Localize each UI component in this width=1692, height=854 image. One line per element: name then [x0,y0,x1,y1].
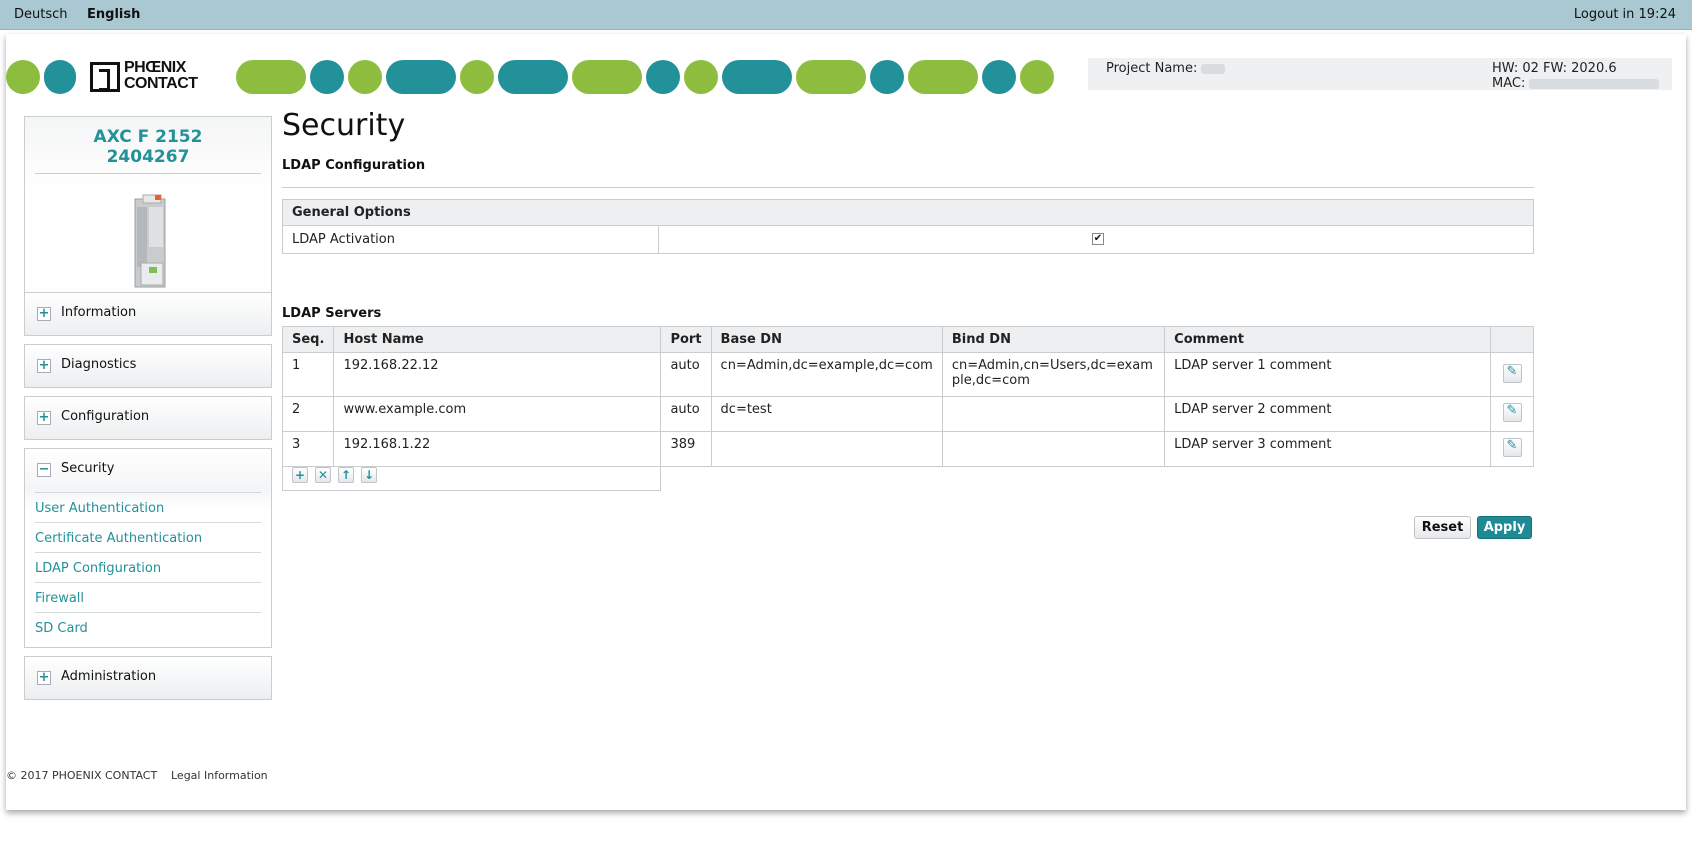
add-icon[interactable]: + [292,467,308,483]
project-name-label: Project Name: [1106,61,1226,76]
device-image [134,194,166,288]
expand-plus-icon[interactable]: + [37,671,51,685]
general-options-header: General Options [283,200,1533,226]
edit-icon[interactable] [1502,403,1522,422]
cell-comment: LDAP server 2 comment [1164,396,1492,432]
sidebar-item-label: Administration [61,669,157,684]
page-subtitle: LDAP Configuration [282,158,426,173]
sidebar-item-administration[interactable]: + Administration [24,656,272,700]
sidebar-item-information[interactable]: + Information [24,292,272,336]
general-options-table: General Options LDAP Activation ✔ [282,199,1534,254]
device-order-number: 2404267 [106,147,190,167]
language-link-deutsch[interactable]: Deutsch [14,7,68,22]
ldap-activation-row: LDAP Activation ✔ [283,226,1533,253]
mac-label: MAC: [1492,76,1660,91]
ldap-servers-table: Seq. Host Name Port Base DN Bind DN Comm… [281,326,1534,467]
page-title: Security [282,108,406,143]
expand-plus-icon[interactable]: + [37,359,51,373]
cell-actions [1490,431,1534,467]
edit-icon[interactable] [1502,363,1522,383]
cell-host-name: www.example.com [333,396,662,432]
collapse-minus-icon[interactable]: − [37,463,51,477]
sidebar-item-label: Diagnostics [61,357,137,372]
sidebar-subitem-user-authentication[interactable]: User Authentication [35,492,261,522]
logout-timer[interactable]: Logout in 19:24 [1574,7,1676,22]
sidebar-subitem-certificate-authentication[interactable]: Certificate Authentication [35,522,261,552]
column-header-actions [1490,326,1534,353]
table-header-row: Seq. Host Name Port Base DN Bind DN Comm… [281,326,1534,353]
sidebar-subitem-firewall[interactable]: Firewall [35,582,261,612]
cell-base-dn [710,431,943,467]
column-header-comment[interactable]: Comment [1164,326,1492,353]
ldap-activation-checkbox[interactable]: ✔ [1092,233,1104,245]
sidebar-item-label[interactable]: Security [61,461,114,476]
cell-actions [1490,396,1534,432]
mac-value [1529,78,1660,89]
project-name-value [1201,63,1226,74]
ldap-activation-label: LDAP Activation [292,232,395,247]
column-header-seq[interactable]: Seq. [281,326,335,353]
language-link-english[interactable]: English [87,7,140,22]
main-frame: PHŒNIX CONTACT Project Name: HW: 02 FW: … [6,34,1686,810]
logo-line-2: CONTACT [124,75,198,92]
sidebar-item-diagnostics[interactable]: + Diagnostics [24,344,272,388]
cell-host-name: 192.168.22.12 [333,352,662,397]
table-toolbar: + ✕ ↑ ↓ [282,459,661,491]
move-down-icon[interactable]: ↓ [361,467,377,483]
column-header-bind-dn[interactable]: Bind DN [941,326,1166,353]
column-header-host-name[interactable]: Host Name [333,326,662,353]
expand-plus-icon[interactable]: + [37,307,51,321]
sidebar-item-configuration[interactable]: + Configuration [24,396,272,440]
expand-plus-icon[interactable]: + [37,411,51,425]
device-name: AXC F 2152 [93,127,203,147]
cell-seq: 1 [281,352,335,397]
divider [282,187,1534,188]
cell-base-dn: cn=Admin,dc=example,dc=com [710,352,943,397]
cell-comment: LDAP server 3 comment [1164,431,1492,467]
cell-port: auto [660,396,712,432]
move-up-icon[interactable]: ↑ [338,467,354,483]
sidebar-item-label: Configuration [61,409,150,424]
footer-copyright: © 2017 PHOENIX CONTACT [6,769,158,782]
sidebar-subitem-ldap-configuration[interactable]: LDAP Configuration [35,552,261,582]
cell-base-dn: dc=test [710,396,943,432]
cell-port: 389 [660,431,712,467]
cell-bind-dn: cn=Admin,cn=Users,dc=example,dc=com [941,352,1166,397]
column-header-base-dn[interactable]: Base DN [710,326,943,353]
cell-bind-dn [941,431,1166,467]
reset-button[interactable]: Reset [1414,516,1471,539]
top-bar: Deutsch English Logout in 19:24 [0,0,1692,30]
cell-seq: 2 [281,396,335,432]
edit-icon[interactable] [1502,438,1522,457]
hw-fw-version: HW: 02 FW: 2020.6 [1492,61,1617,76]
cell-port: auto [660,352,712,397]
cell-bind-dn [941,396,1166,432]
logo-line-1: PHŒNIX [124,59,186,76]
logo-mark-icon [90,62,120,92]
cell-actions [1490,352,1534,397]
sidebar-item-label: Information [61,305,137,320]
cell-comment: LDAP server 1 comment [1164,352,1492,397]
column-header-port[interactable]: Port [660,326,712,353]
apply-button[interactable]: Apply [1477,516,1532,539]
phoenix-contact-logo: PHŒNIX CONTACT [86,60,232,94]
device-info-box: Project Name: HW: 02 FW: 2020.6 MAC: [1088,58,1672,91]
ldap-servers-title: LDAP Servers [282,306,382,321]
sidebar-subitem-sd-card[interactable]: SD Card [35,612,261,642]
device-card: AXC F 2152 2404267 [24,116,272,298]
table-row[interactable]: 1 192.168.22.12 auto cn=Admin,dc=example… [281,352,1534,397]
sidebar-section-security: − Security User Authentication Certifica… [24,448,272,648]
table-row[interactable]: 2 www.example.com auto dc=test LDAP serv… [281,396,1534,432]
footer-legal-link[interactable]: Legal Information [171,769,268,782]
header-band: PHŒNIX CONTACT [6,58,1054,96]
delete-icon[interactable]: ✕ [315,467,331,483]
